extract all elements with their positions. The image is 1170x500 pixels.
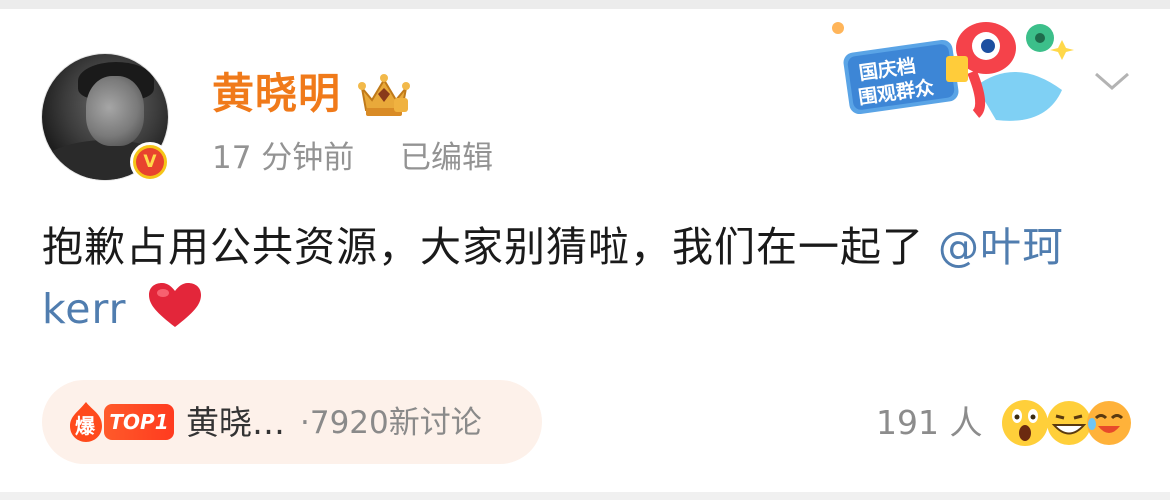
chevron-down-icon[interactable] bbox=[1092, 66, 1132, 96]
bottom-separator bbox=[0, 492, 1170, 500]
hot-topic-title: 黄晓… bbox=[186, 403, 285, 442]
edited-label[interactable]: 已编辑 bbox=[400, 138, 493, 178]
fire-glyph: 爆 bbox=[75, 414, 96, 438]
red-heart-icon bbox=[148, 283, 201, 327]
verified-badge-icon: V bbox=[130, 142, 170, 182]
top1-tag: TOP1 bbox=[104, 404, 174, 440]
verified-badge-label: V bbox=[136, 148, 164, 176]
laughing-crying-face-icon bbox=[1087, 401, 1131, 445]
national-day-promo-sticker[interactable]: 国庆档 围观群众 bbox=[826, 16, 1082, 128]
crown-level-icon bbox=[358, 74, 410, 116]
avatar-face bbox=[86, 76, 144, 146]
author-name[interactable]: 黄晓明 bbox=[212, 64, 341, 124]
top-separator bbox=[0, 0, 1170, 9]
post-text: 抱歉占用公共资源，大家别猜啦，我们在一起了 bbox=[42, 223, 924, 271]
post-content: 抱歉占用公共资源，大家别猜啦，我们在一起了 @叶珂 kerr bbox=[42, 216, 1142, 340]
shocked-face-icon bbox=[1002, 400, 1048, 446]
hot-topic-discussion-count: ·7920新讨论 bbox=[300, 405, 482, 441]
post-time: 17 分钟前 bbox=[212, 140, 355, 176]
reaction-count[interactable]: 191 人 bbox=[876, 398, 982, 448]
reaction-emoji-stack[interactable] bbox=[1000, 398, 1131, 448]
fire-icon: 爆 bbox=[70, 402, 102, 442]
